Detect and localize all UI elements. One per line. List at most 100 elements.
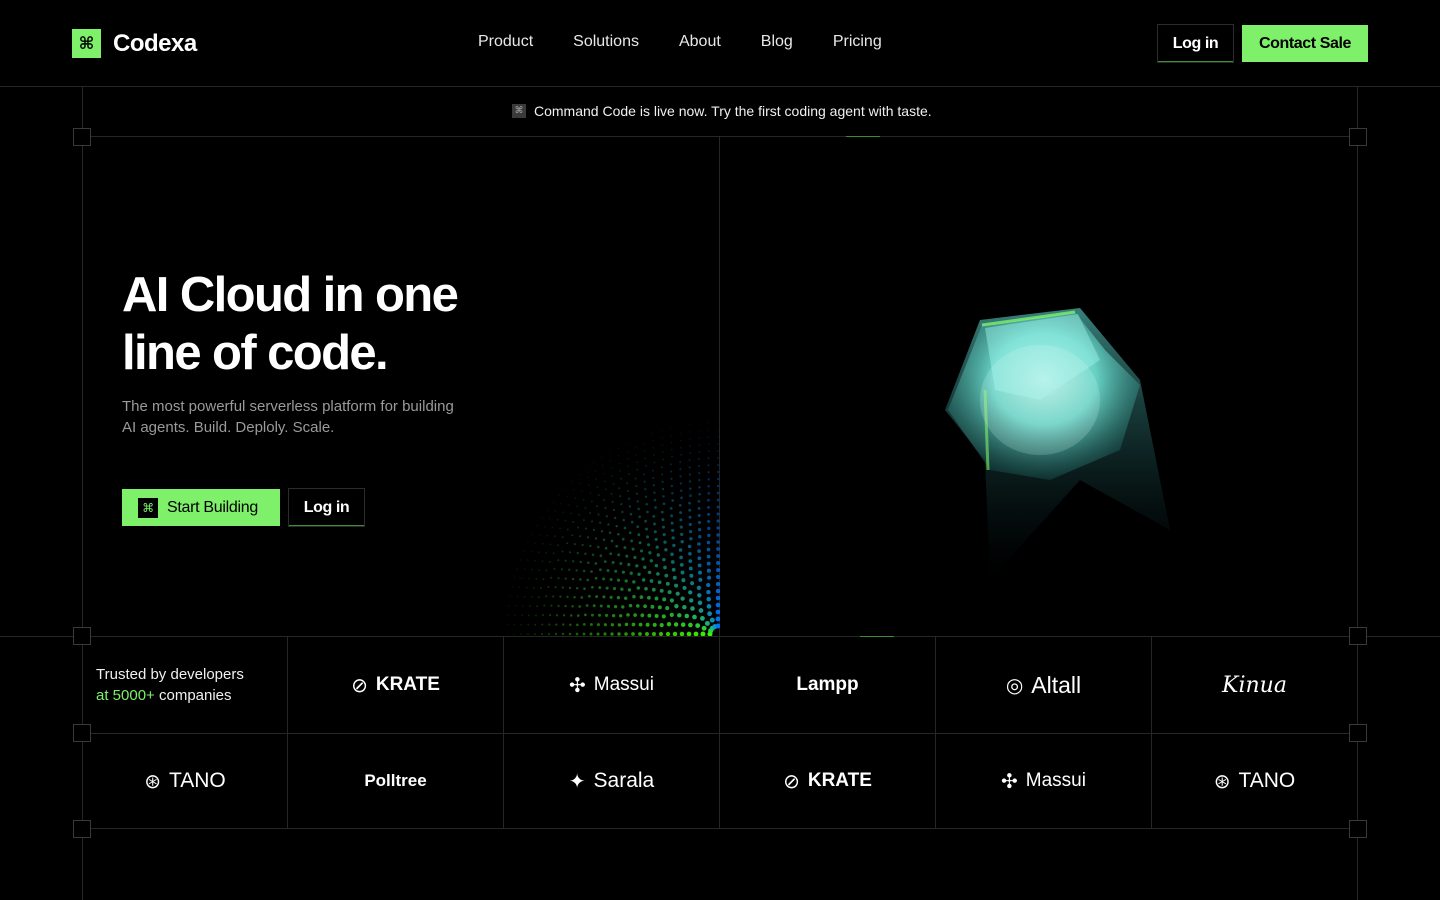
brand-logo[interactable]: ⌘ Codexa <box>72 29 197 58</box>
decorative-dot <box>610 539 614 543</box>
decorative-dot <box>610 632 614 636</box>
hero-login-button[interactable]: Log in <box>288 488 365 527</box>
decorative-dot <box>566 595 569 599</box>
decorative-dot <box>516 595 519 598</box>
decorative-dot <box>715 595 720 601</box>
decorative-dot <box>609 552 613 556</box>
decorative-dot <box>706 604 712 609</box>
decorative-dot <box>716 484 720 488</box>
decorative-dot <box>645 527 648 531</box>
decorative-dot <box>578 605 582 608</box>
decorative-dot <box>601 457 603 459</box>
nav-links: Product Solutions About Blog Pricing <box>478 33 882 51</box>
decorative-dot <box>662 597 667 602</box>
decorative-dot <box>542 614 544 616</box>
decorative-dot <box>643 473 646 476</box>
decorative-dot <box>583 587 586 591</box>
decorative-dot <box>670 448 673 451</box>
decorative-dot <box>564 577 567 580</box>
decorative-dot <box>592 604 596 608</box>
decorative-dot <box>566 542 569 545</box>
decorative-dot <box>661 429 663 432</box>
decorative-dot <box>659 623 664 628</box>
decorative-dot <box>654 563 659 568</box>
decorative-dot <box>607 523 610 526</box>
decorative-dot <box>700 616 705 621</box>
announcement-text: Command Code is live now. Try the first … <box>534 103 932 119</box>
decorative-dot <box>604 506 607 510</box>
decorative-dot <box>568 504 570 506</box>
decorative-dot <box>706 540 711 545</box>
decorative-dot <box>707 526 711 531</box>
nav-link-blog[interactable]: Blog <box>761 33 793 51</box>
decorative-dot <box>639 595 644 599</box>
decorative-dot <box>587 561 590 564</box>
decorative-dot <box>560 502 562 505</box>
decorative-dot <box>687 544 692 549</box>
start-building-button[interactable]: ⌘ Start Building <box>122 489 280 526</box>
decorative-dot <box>568 568 571 571</box>
decorative-dot <box>561 550 564 553</box>
decorative-dot <box>530 596 533 598</box>
decorative-dot <box>680 453 683 456</box>
decorative-dot <box>697 593 702 598</box>
decorative-dot <box>601 464 604 467</box>
decorative-dot <box>698 535 702 539</box>
decorative-dot <box>707 498 710 502</box>
page: ⌘ Codexa Product Solutions About Blog Pr… <box>0 0 1440 900</box>
decorative-dot <box>557 544 559 547</box>
decorative-dot <box>680 446 682 449</box>
decorative-dot <box>698 458 700 460</box>
decorative-dot <box>575 587 579 590</box>
decorative-dot <box>582 623 586 626</box>
decorative-dot <box>603 623 607 627</box>
decorative-dot <box>716 561 720 565</box>
decorative-dot <box>612 508 616 512</box>
nav-link-about[interactable]: About <box>679 33 721 51</box>
decorative-dot <box>716 519 720 523</box>
decorative-dot <box>584 527 587 530</box>
decorative-dot <box>661 473 664 476</box>
company-name: TANO <box>1238 769 1296 792</box>
trusted-highlight: at 5000+ <box>96 687 155 704</box>
decorative-dot <box>508 605 510 607</box>
decorative-dot <box>596 632 600 636</box>
nav-link-product[interactable]: Product <box>478 33 533 51</box>
decorative-dot <box>579 482 582 484</box>
decorative-dot <box>597 545 600 549</box>
decorative-dot <box>534 614 537 617</box>
decorative-dot <box>557 559 560 562</box>
decorative-dot <box>588 484 590 486</box>
decorative-dot <box>627 497 631 500</box>
decorative-dot <box>621 537 625 541</box>
decorative-dot <box>603 632 607 636</box>
decorative-dot <box>680 532 684 537</box>
decorative-dot <box>688 559 693 563</box>
hero-subtitle: The most powerful serverless platform fo… <box>122 396 482 438</box>
nav-link-solutions[interactable]: Solutions <box>573 33 639 51</box>
company-logo-kinua: Kinua <box>1152 637 1357 733</box>
company-name: Lampp <box>796 674 859 695</box>
decorative-dot <box>597 613 602 617</box>
decorative-dot <box>576 614 580 617</box>
contact-sale-button[interactable]: Contact Sale <box>1242 25 1368 62</box>
login-button[interactable]: Log in <box>1157 24 1234 63</box>
decorative-dot <box>557 604 560 608</box>
decorative-dot <box>679 439 682 442</box>
decorative-dot <box>670 514 674 518</box>
decorative-dot <box>528 614 530 617</box>
decorative-dot <box>621 570 625 574</box>
decorative-dot <box>716 470 720 474</box>
decorative-dot <box>617 455 620 457</box>
decorative-dot <box>604 546 608 550</box>
decorative-dot <box>545 595 548 598</box>
decorative-dot <box>529 605 531 607</box>
announcement-bar[interactable]: ⌘ Command Code is live now. Try the firs… <box>512 103 932 119</box>
decorative-dot <box>513 623 515 626</box>
decorative-dot <box>689 424 691 426</box>
decorative-dot <box>698 492 701 496</box>
decorative-dot <box>520 623 523 626</box>
nav-link-pricing[interactable]: Pricing <box>833 33 882 51</box>
decorative-dot <box>545 569 548 572</box>
decorative-dot <box>697 506 701 510</box>
